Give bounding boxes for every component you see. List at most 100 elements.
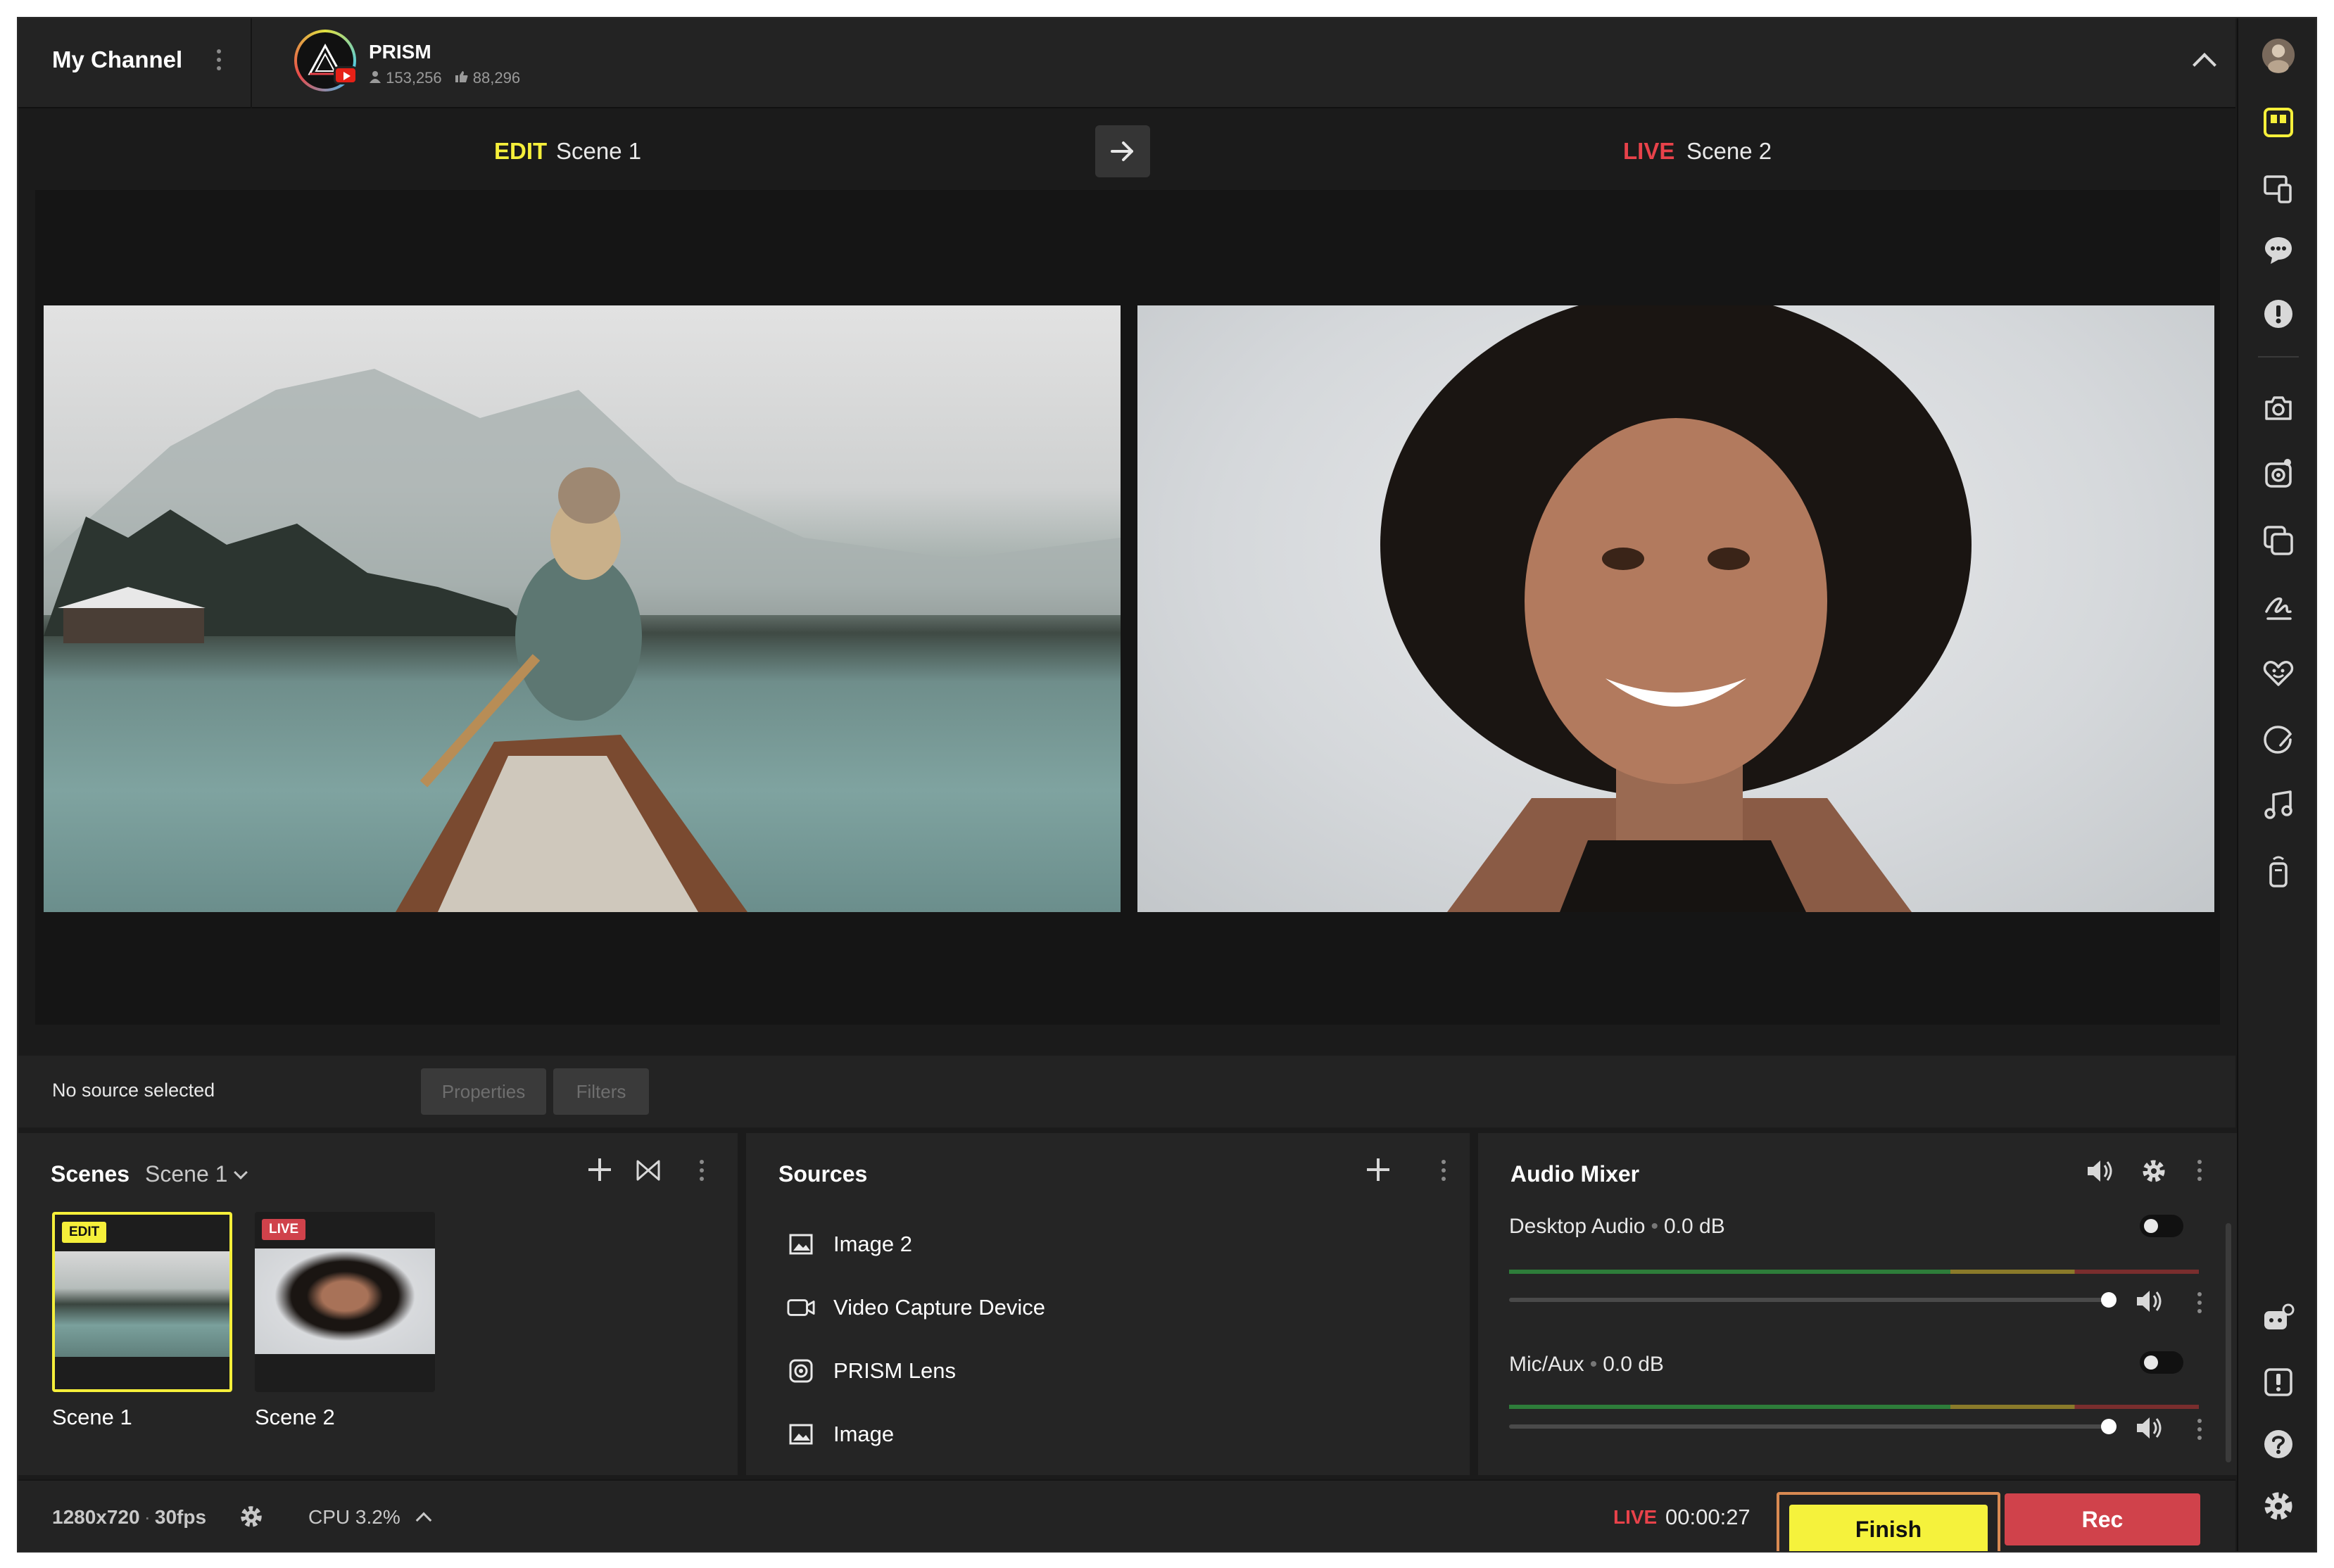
layout-icon[interactable] [2262, 106, 2295, 139]
fps-value: 30fps [154, 1506, 207, 1528]
preview-canvas [35, 190, 2220, 1025]
add-source-icon[interactable] [1365, 1157, 1391, 1182]
audio-mixer-scrollbar[interactable] [2226, 1223, 2231, 1462]
likes-count: 88,296 [472, 69, 521, 87]
edit-mode-label: EDIT [494, 138, 548, 164]
audio-mixer-panel: Audio Mixer Desktop Audio • 0.0 dB Mic/Aux… [1478, 1133, 2237, 1475]
edit-scene-name: Scene 1 [556, 138, 642, 164]
properties-button[interactable]: Properties [421, 1068, 546, 1115]
sidebar-divider [2258, 356, 2299, 358]
audio-mixer-title: Audio Mixer [1510, 1161, 1640, 1187]
scene-2-label: Scene 2 [255, 1405, 335, 1429]
mic-aux-row: Mic/Aux • 0.0 dB [1509, 1353, 1664, 1376]
desktop-audio-slider-knob[interactable] [2101, 1292, 2117, 1308]
audio-settings-gear-icon[interactable] [2140, 1157, 2168, 1189]
scene-thumb-1[interactable]: EDIT [52, 1212, 232, 1392]
mic-aux-slider-knob[interactable] [2101, 1419, 2117, 1434]
finish-button[interactable]: Finish [1789, 1505, 1988, 1551]
channel-level: 0.0 dB [1603, 1353, 1664, 1376]
live-elapsed-time: 00:00:27 [1665, 1505, 1750, 1529]
transition-settings-icon[interactable] [635, 1157, 662, 1187]
mic-aux-toggle[interactable] [2140, 1351, 2183, 1374]
speaker-icon[interactable] [2086, 1158, 2114, 1187]
edit-preview[interactable] [44, 305, 1121, 912]
desktop-audio-speaker-icon[interactable] [2136, 1289, 2164, 1317]
finish-highlight: Finish [1777, 1492, 2000, 1551]
channel-stats: 153,256 88,296 [369, 69, 520, 87]
source-label: Image [833, 1422, 895, 1446]
alert-icon[interactable] [2262, 297, 2295, 331]
header-divider [251, 18, 252, 108]
help-icon[interactable] [2262, 1427, 2295, 1461]
video-capture-icon [787, 1294, 815, 1322]
desktop-audio-menu-icon[interactable] [2197, 1292, 2202, 1313]
collapse-header-icon[interactable] [2193, 53, 2216, 77]
chat-icon[interactable] [2262, 234, 2295, 267]
cpu-usage: CPU 3.2% [308, 1506, 400, 1528]
output-settings-gear-icon[interactable] [238, 1503, 265, 1534]
heart-face-icon[interactable] [2262, 656, 2295, 690]
source-item[interactable]: Image 2 [787, 1230, 912, 1258]
channel-title: My Channel [52, 46, 183, 72]
channel-menu-icon[interactable] [217, 49, 221, 70]
scene-1-badge: EDIT [62, 1222, 107, 1243]
user-avatar[interactable] [2262, 38, 2295, 73]
image-icon [787, 1420, 815, 1448]
desktop-audio-slider[interactable] [1509, 1298, 2109, 1302]
scenes-menu-icon[interactable] [700, 1160, 704, 1181]
mic-aux-slider[interactable] [1509, 1424, 2109, 1429]
source-info-bar: No source selected Properties Filters [18, 1056, 2235, 1127]
live-mode-label: LIVE [1623, 138, 1675, 164]
channel-level: 0.0 dB [1663, 1215, 1725, 1238]
source-label: PRISM Lens [833, 1358, 957, 1383]
mic-aux-speaker-icon[interactable] [2136, 1416, 2164, 1443]
signature-icon[interactable] [2262, 590, 2295, 624]
source-item[interactable]: Image [787, 1420, 894, 1448]
report-icon[interactable] [2262, 1365, 2295, 1399]
output-resolution: 1280x720 · 30fps [52, 1506, 207, 1528]
scene-collection-current: Scene 1 [145, 1161, 228, 1187]
channel-header: My Channel PRISM 153,256 88,296 [18, 18, 2235, 108]
desktop-audio-toggle[interactable] [2140, 1215, 2183, 1237]
desktop-audio-row: Desktop Audio • 0.0 dB [1509, 1215, 1725, 1238]
mic-aux-menu-icon[interactable] [2197, 1419, 2202, 1440]
scene-collection-dropdown[interactable]: Scene 1 [145, 1161, 248, 1187]
desktop-audio-meter [1509, 1270, 2199, 1274]
multi-device-icon[interactable] [2262, 172, 2295, 206]
sources-panel: Sources Image 2 Video Capture Device PRI… [746, 1133, 1470, 1475]
resolution-value: 1280x720 [52, 1506, 140, 1528]
camera-icon[interactable] [2262, 391, 2295, 425]
music-icon[interactable] [2262, 788, 2295, 822]
scene-thumb-2[interactable]: LIVE [255, 1212, 435, 1392]
lens-camera-icon[interactable] [2262, 457, 2295, 491]
rec-button[interactable]: Rec [2005, 1493, 2200, 1545]
filters-button[interactable]: Filters [553, 1068, 649, 1115]
source-label: Video Capture Device [833, 1295, 1045, 1320]
scene-1-preview [55, 1251, 229, 1357]
image-icon [787, 1230, 815, 1258]
live-preview[interactable] [1137, 305, 2214, 912]
source-item[interactable]: Video Capture Device [787, 1294, 1045, 1322]
source-item[interactable]: PRISM Lens [787, 1357, 956, 1385]
sticker-icon[interactable] [2262, 722, 2295, 756]
settings-gear-icon[interactable] [2262, 1489, 2295, 1523]
right-sidebar [2237, 18, 2316, 1551]
source-label: Image 2 [833, 1232, 913, 1256]
audio-mixer-menu-icon[interactable] [2197, 1160, 2202, 1181]
scene-1-label: Scene 1 [52, 1405, 132, 1429]
mic-aux-meter [1509, 1405, 2199, 1409]
transition-button[interactable] [1095, 125, 1150, 177]
overlay-icon[interactable] [2262, 524, 2295, 557]
live-scene-name: Scene 2 [1686, 138, 1772, 164]
status-bar: 1280x720 · 30fps CPU 3.2% LIVE 00:00:27 Fi… [18, 1479, 2235, 1551]
chat-bot-icon[interactable] [2262, 1302, 2295, 1336]
add-scene-icon[interactable] [587, 1157, 612, 1182]
prism-studio-window: My Channel PRISM 153,256 88,296 EDIT Sce… [17, 17, 2317, 1553]
remote-control-icon[interactable] [2262, 854, 2295, 888]
sources-menu-icon[interactable] [1442, 1160, 1446, 1181]
portrait-photo [1380, 305, 1972, 912]
chevron-up-icon[interactable] [415, 1512, 432, 1529]
sources-title: Sources [778, 1161, 868, 1187]
source-status: No source selected [52, 1080, 215, 1101]
likes-stat: 88,296 [455, 69, 520, 87]
